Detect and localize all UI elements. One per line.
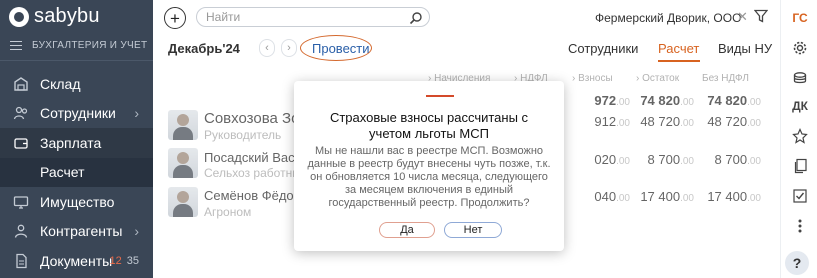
prev-period-button[interactable]: ‹ bbox=[259, 39, 275, 57]
documents-icon bbox=[12, 252, 30, 270]
yes-button[interactable]: Да bbox=[379, 222, 435, 238]
coins-icon[interactable] bbox=[790, 68, 810, 88]
contractors-icon bbox=[12, 222, 30, 240]
tab-employees[interactable]: Сотрудники bbox=[568, 41, 638, 56]
dialog-message: Мы не нашли вас в реестре МСП. Возможно … bbox=[307, 145, 551, 209]
sidebar-item-label: Имущество bbox=[40, 193, 115, 210]
warehouse-icon bbox=[12, 75, 30, 93]
sidebar-item-label: Документы bbox=[40, 252, 113, 269]
tab-tax-types[interactable]: Виды НУ bbox=[718, 41, 772, 56]
logo[interactable]: sabybu bbox=[9, 5, 100, 28]
dialog-accent-bar bbox=[426, 95, 454, 97]
more-vertical-icon[interactable] bbox=[790, 216, 810, 236]
confirm-dialog: Страховые взносы рассчитаны с учетом льг… bbox=[294, 81, 564, 251]
pages-icon[interactable] bbox=[790, 156, 810, 176]
sidebar-item-contractors[interactable]: Контрагенты › bbox=[0, 217, 153, 247]
documents-count-total: 35 bbox=[126, 254, 139, 267]
sidebar-nav: Склад Сотрудники › Зарплата Расчет Имуще… bbox=[0, 69, 153, 276]
search-input[interactable]: Найти bbox=[196, 7, 430, 27]
monitor-icon bbox=[12, 193, 30, 211]
documents-count-new: 12 bbox=[109, 254, 122, 267]
add-button[interactable]: + bbox=[164, 7, 186, 29]
no-button[interactable]: Нет bbox=[444, 222, 502, 238]
sidebar-item-label: Склад bbox=[40, 75, 81, 92]
chevron-right-icon[interactable]: › bbox=[134, 223, 139, 239]
sidebar-item-label: Расчет bbox=[40, 164, 85, 181]
dialog-title: Страховые взносы рассчитаны с учетом льг… bbox=[329, 110, 529, 141]
section-header[interactable]: БУХГАЛТЕРИЯ И УЧЕТ bbox=[10, 40, 147, 51]
sidebar-item-label: Зарплата bbox=[40, 134, 102, 151]
help-button[interactable]: ? bbox=[785, 251, 809, 275]
section-title: БУХГАЛТЕРИЯ И УЧЕТ bbox=[32, 40, 148, 51]
menu-icon[interactable] bbox=[10, 41, 22, 50]
leaf-icon[interactable] bbox=[790, 126, 810, 146]
company-selector[interactable]: Фермерский Дворик, ООО bbox=[595, 11, 741, 25]
documents-counts: 12 35 bbox=[110, 255, 140, 267]
sidebar-item-calculation[interactable]: Расчет bbox=[0, 157, 153, 187]
sidebar-item-label: Контрагенты bbox=[40, 223, 123, 240]
tab-calculation[interactable]: Расчет bbox=[658, 41, 699, 56]
wallet-icon bbox=[12, 134, 30, 152]
right-rail: ГС ДК bbox=[780, 0, 817, 278]
logo-icon bbox=[9, 6, 29, 27]
sidebar-item-employees[interactable]: Сотрудники › bbox=[0, 99, 153, 129]
next-period-button[interactable]: › bbox=[281, 39, 297, 57]
sidebar-item-label: Сотрудники bbox=[40, 105, 116, 122]
sidebar: sabybu БУХГАЛТЕРИЯ И УЧЕТ Склад Сотрудни… bbox=[0, 0, 153, 278]
sidebar-item-documents[interactable]: Документы 12 35 bbox=[0, 246, 153, 276]
sidebar-divider bbox=[0, 60, 153, 61]
gs-icon[interactable]: ГС bbox=[790, 8, 810, 28]
sidebar-item-warehouse[interactable]: Склад bbox=[0, 69, 153, 99]
employees-icon bbox=[12, 104, 30, 122]
filter-icon[interactable] bbox=[753, 9, 769, 26]
gear-icon[interactable] bbox=[790, 38, 810, 58]
sidebar-item-salary[interactable]: Зарплата bbox=[0, 128, 153, 158]
close-icon[interactable]: ✕ bbox=[737, 9, 748, 25]
checklist-icon[interactable] bbox=[790, 186, 810, 206]
post-button[interactable]: Провести bbox=[312, 41, 370, 56]
sidebar-item-property[interactable]: Имущество bbox=[0, 187, 153, 217]
chevron-right-icon[interactable]: › bbox=[134, 105, 139, 121]
search-placeholder: Найти bbox=[206, 10, 241, 24]
period-label[interactable]: Декабрь'24 bbox=[168, 41, 240, 56]
search-icon[interactable] bbox=[409, 11, 423, 28]
dk-icon[interactable]: ДК bbox=[790, 96, 810, 116]
active-tab-indicator bbox=[658, 60, 700, 62]
logo-text: sabybu bbox=[34, 5, 100, 27]
